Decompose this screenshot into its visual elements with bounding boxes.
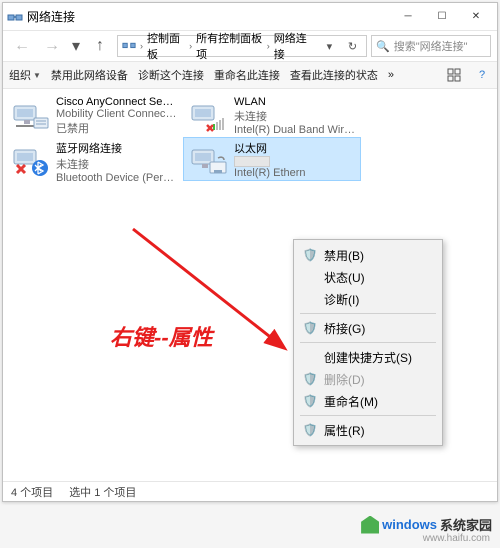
item-device: Intel(R) Ethern (234, 167, 356, 179)
crumb-sep-icon: › (267, 41, 270, 51)
address-dropdown-icon[interactable]: ▾ (320, 40, 339, 53)
wlan-adapter-icon (188, 96, 228, 136)
status-selected-count: 选中 1 个项目 (69, 484, 136, 500)
status-bar: 4 个项目 选中 1 个项目 (3, 481, 497, 501)
connection-item-ethernet[interactable]: 以太网 Intel(R) Ethern (183, 137, 361, 181)
ctx-status[interactable]: 状态(U) (296, 266, 440, 288)
refresh-icon[interactable]: ↻ (343, 40, 362, 53)
title-bar: 网络连接 ─ ☐ ✕ (3, 3, 497, 31)
view-options-button[interactable] (445, 66, 463, 84)
crumb-sep-icon: › (140, 41, 143, 51)
watermark-logo-icon (361, 516, 379, 534)
window-frame: 网络连接 ─ ☐ ✕ ← → ▾ ↑ › 控制面板 › 所有控制面板项 › 网络… (2, 2, 498, 502)
crumb-network-connections[interactable]: 网络连接 (274, 30, 312, 62)
window-title: 网络连接 (27, 8, 391, 25)
ctx-bridge[interactable]: 🛡️ 桥接(G) (296, 317, 440, 339)
crumb-all-items[interactable]: 所有控制面板项 (196, 30, 263, 62)
connection-item-cisco[interactable]: Cisco AnyConnect Secure Mobility Client … (5, 93, 183, 137)
crumb-control-panel[interactable]: 控制面板 (147, 30, 185, 62)
disable-device-button[interactable]: 禁用此网络设备 (51, 67, 128, 83)
shield-icon: 🛡️ (302, 372, 318, 386)
search-input[interactable]: 🔍 搜索"网络连接" (371, 35, 491, 57)
status-item-count: 4 个项目 (11, 484, 53, 500)
crumb-sep-icon: › (189, 41, 192, 51)
shield-icon: 🛡️ (302, 248, 318, 262)
search-icon: 🔍 (376, 40, 390, 53)
nav-bar: ← → ▾ ↑ › 控制面板 › 所有控制面板项 › 网络连接 ▾ ↻ 🔍 搜索… (3, 31, 497, 61)
title-bar-icon (7, 9, 23, 25)
item-status (234, 156, 270, 167)
separator (300, 415, 436, 416)
view-status-button[interactable]: 查看此连接的状态 (290, 67, 378, 83)
ethernet-adapter-icon (188, 140, 228, 180)
shield-icon: 🛡️ (302, 394, 318, 408)
watermark-url: www.haifu.com (423, 533, 490, 544)
watermark-text2: 系统家园 (440, 515, 492, 534)
watermark-text1: windows (382, 517, 437, 532)
connection-item-wlan[interactable]: WLAN 未连接 Intel(R) Dual Band Wireless-A..… (183, 93, 361, 137)
item-status: 未连接 (234, 108, 356, 124)
ctx-disable[interactable]: 🛡️ 禁用(B) (296, 244, 440, 266)
context-menu: 🛡️ 禁用(B) 状态(U) 诊断(I) 🛡️ 桥接(G) 创建快捷方式(S) … (293, 239, 443, 446)
item-status: 已禁用 (56, 120, 178, 136)
help-button[interactable]: ? (473, 66, 491, 84)
ctx-rename[interactable]: 🛡️ 重命名(M) (296, 390, 440, 412)
maximize-button[interactable]: ☐ (425, 6, 459, 28)
close-button[interactable]: ✕ (459, 6, 493, 28)
forward-button[interactable]: → (39, 34, 65, 58)
ctx-create-shortcut[interactable]: 创建快捷方式(S) (296, 346, 440, 368)
recent-dropdown[interactable]: ▾ (69, 34, 83, 58)
separator (300, 313, 436, 314)
item-title: WLAN (234, 96, 356, 108)
network-adapter-icon (10, 96, 50, 136)
window-controls: ─ ☐ ✕ (391, 6, 493, 28)
separator (300, 342, 436, 343)
up-button[interactable]: ↑ (87, 34, 113, 58)
organize-menu[interactable]: 组织▼ (9, 67, 41, 83)
annotation-arrow (123, 219, 303, 399)
minimize-button[interactable]: ─ (391, 6, 425, 28)
item-device: Intel(R) Dual Band Wireless-A... (234, 124, 356, 136)
shield-icon: 🛡️ (302, 321, 318, 335)
item-status: 未连接 (56, 156, 178, 172)
item-title: 蓝牙网络连接 (56, 140, 178, 156)
bluetooth-adapter-icon (10, 140, 50, 180)
ctx-delete: 🛡️ 删除(D) (296, 368, 440, 390)
connections-list: Cisco AnyConnect Secure Mobility Client … (3, 89, 497, 185)
item-device: Bluetooth Device (Personal Ar... (56, 172, 178, 184)
diagnose-button[interactable]: 诊断这个连接 (138, 67, 204, 83)
ctx-properties[interactable]: 🛡️ 属性(R) (296, 419, 440, 441)
shield-icon: 🛡️ (302, 423, 318, 437)
ctx-diagnose[interactable]: 诊断(I) (296, 288, 440, 310)
search-placeholder: 搜索"网络连接" (394, 38, 468, 54)
content-area: Cisco AnyConnect Secure Mobility Client … (3, 89, 497, 481)
item-title: 以太网 (234, 140, 356, 156)
connection-item-bluetooth[interactable]: 蓝牙网络连接 未连接 Bluetooth Device (Personal Ar… (5, 137, 183, 181)
watermark: windows系统家园 (361, 515, 492, 534)
item-title: Cisco AnyConnect Secure (56, 96, 178, 108)
address-icon (122, 38, 136, 55)
rename-connection-button[interactable]: 重命名此连接 (214, 67, 280, 83)
back-button[interactable]: ← (9, 34, 35, 58)
overflow-button[interactable]: » (388, 69, 394, 81)
address-bar[interactable]: › 控制面板 › 所有控制面板项 › 网络连接 ▾ ↻ (117, 35, 367, 57)
command-bar: 组织▼ 禁用此网络设备 诊断这个连接 重命名此连接 查看此连接的状态 » ? (3, 61, 497, 89)
item-subtitle: Mobility Client Connection (56, 108, 178, 120)
